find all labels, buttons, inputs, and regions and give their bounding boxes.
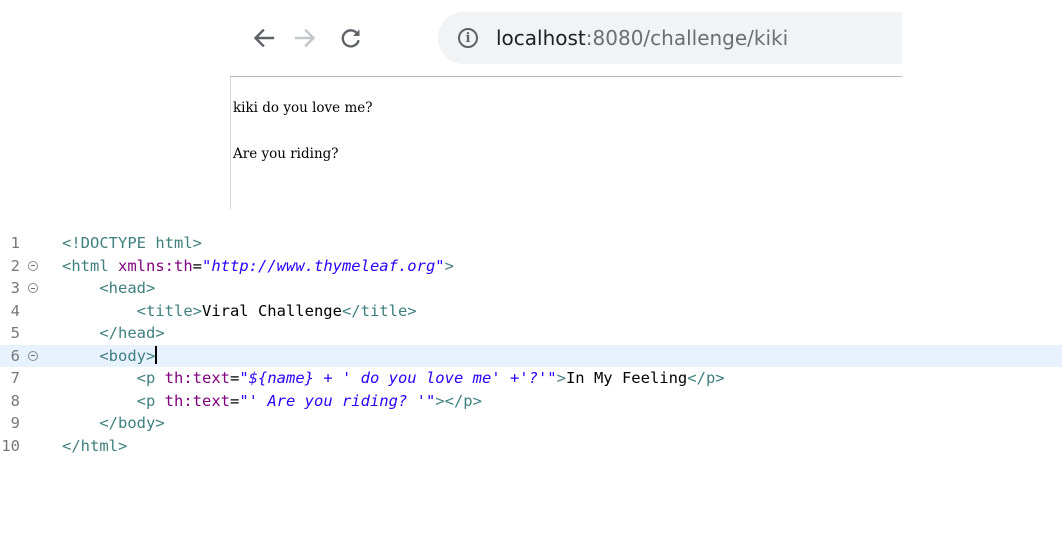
line-number: 3	[10, 279, 20, 297]
url-host: localhost	[496, 26, 586, 50]
url-path: :8080/challenge/kiki	[585, 26, 789, 50]
reload-icon	[341, 29, 360, 48]
code-token: "http://www.thymeleaf.org"	[202, 256, 445, 275]
line-gutter: 6	[0, 345, 60, 368]
code-text[interactable]: <html xmlns:th="http://www.thymeleaf.org…	[62, 255, 454, 278]
page-line-2: Are you riding?	[233, 146, 339, 162]
code-token: </head>	[62, 324, 165, 342]
code-line-10[interactable]: 10 </html>	[0, 435, 1062, 458]
code-token: th:text	[164, 369, 230, 387]
code-token: In My Feeling	[565, 369, 688, 387]
collapse-fold-icon[interactable]	[28, 283, 38, 293]
page-content: kiki do you love me? Are you riding?	[233, 98, 372, 164]
code-token: </body>	[62, 414, 165, 432]
code-text[interactable]: </body>	[62, 412, 165, 435]
code-text[interactable]: <p th:text="${name} + ' do you love me' …	[62, 367, 725, 390]
code-line-4[interactable]: 4 <title>Viral Challenge</title>	[0, 300, 1062, 323]
code-token: <html	[62, 256, 118, 275]
code-token: <head>	[62, 279, 156, 297]
line-number: 7	[10, 369, 20, 387]
address-bar[interactable]: i localhost:8080/challenge/kiki	[438, 12, 902, 64]
line-gutter: 1	[0, 232, 60, 255]
info-icon[interactable]: i	[458, 28, 478, 48]
code-token: </title>	[341, 301, 417, 320]
forward-button[interactable]	[288, 20, 322, 56]
line-gutter: 4	[0, 300, 60, 323]
code-token: =	[229, 369, 240, 387]
line-gutter: 8	[0, 390, 60, 413]
collapse-fold-icon[interactable]	[28, 350, 38, 361]
line-number: 2	[10, 256, 20, 275]
code-token: </p>	[687, 369, 725, 387]
line-number: 5	[10, 324, 20, 342]
line-gutter: 7	[0, 367, 60, 390]
line-number: 1	[10, 234, 20, 252]
code-token: ></p>	[435, 391, 482, 410]
browser-toolbar: i localhost:8080/challenge/kiki	[230, 0, 902, 77]
back-button[interactable]	[247, 20, 281, 56]
code-token: "${name} + ' do you love me' +'?'"	[239, 369, 557, 387]
code-text[interactable]: <head>	[62, 277, 155, 300]
page-line-1: kiki do you love me?	[233, 100, 373, 116]
code-token: html	[155, 234, 193, 252]
arrow-left-icon	[253, 28, 275, 48]
code-text[interactable]: <!DOCTYPE html>	[62, 232, 202, 255]
collapse-fold-icon[interactable]	[28, 260, 38, 271]
line-gutter: 5	[0, 322, 60, 345]
code-line-8[interactable]: 8 <p th:text="' Are you riding? '"></p>	[0, 390, 1062, 413]
code-line-3[interactable]: 3 <head>	[0, 277, 1062, 300]
code-editor[interactable]: 1 <!DOCTYPE html> 2 <html xmlns:th="http://…	[0, 232, 1062, 522]
line-gutter: 3	[0, 277, 60, 300]
reload-button[interactable]	[334, 20, 368, 56]
code-token: =	[229, 391, 240, 410]
code-token: <!DOCTYPE	[62, 234, 156, 252]
code-text[interactable]: </html>	[62, 435, 127, 458]
arrow-right-icon	[294, 28, 316, 48]
code-text[interactable]: <p th:text="' Are you riding? '"></p>	[62, 390, 482, 413]
code-token: "' Are you riding? '"	[239, 391, 436, 410]
code-token: >	[556, 369, 566, 387]
code-token: <title>	[62, 301, 202, 320]
line-number: 6	[10, 346, 20, 365]
url-text[interactable]: localhost:8080/challenge/kiki	[496, 26, 788, 50]
line-gutter: 9	[0, 412, 60, 435]
code-token: >	[192, 234, 202, 252]
code-line-5[interactable]: 5 </head>	[0, 322, 1062, 345]
code-token: <p	[62, 391, 165, 410]
browser-window: i localhost:8080/challenge/kiki kiki do …	[230, 0, 902, 210]
code-line-6[interactable]: 6 <body>	[0, 344, 1062, 368]
code-line-7[interactable]: 7 <p th:text="${name} + ' do you love me…	[0, 367, 1062, 390]
line-gutter: 2	[0, 255, 60, 278]
line-number: 9	[10, 414, 20, 432]
code-text[interactable]: <title>Viral Challenge</title>	[62, 300, 417, 323]
code-token: </html>	[62, 436, 128, 455]
code-token: >	[444, 256, 454, 275]
code-token: =	[192, 256, 202, 275]
code-token: xmlns:th	[118, 256, 193, 275]
line-number: 10	[1, 436, 20, 455]
code-line-9[interactable]: 9 </body>	[0, 412, 1062, 435]
line-number: 4	[10, 301, 20, 320]
code-token: th:text	[164, 391, 230, 410]
code-line-2[interactable]: 2 <html xmlns:th="http://www.thymeleaf.or…	[0, 255, 1062, 278]
line-number: 8	[10, 391, 20, 410]
code-text[interactable]: <body>	[62, 345, 158, 368]
text-cursor	[155, 345, 158, 364]
line-gutter: 10	[0, 435, 60, 458]
code-token: <p	[62, 369, 165, 387]
code-token: <body>	[62, 346, 156, 365]
code-token: Viral Challenge	[201, 301, 342, 320]
code-text[interactable]: </head>	[62, 322, 165, 345]
code-line-1[interactable]: 1 <!DOCTYPE html>	[0, 232, 1062, 255]
